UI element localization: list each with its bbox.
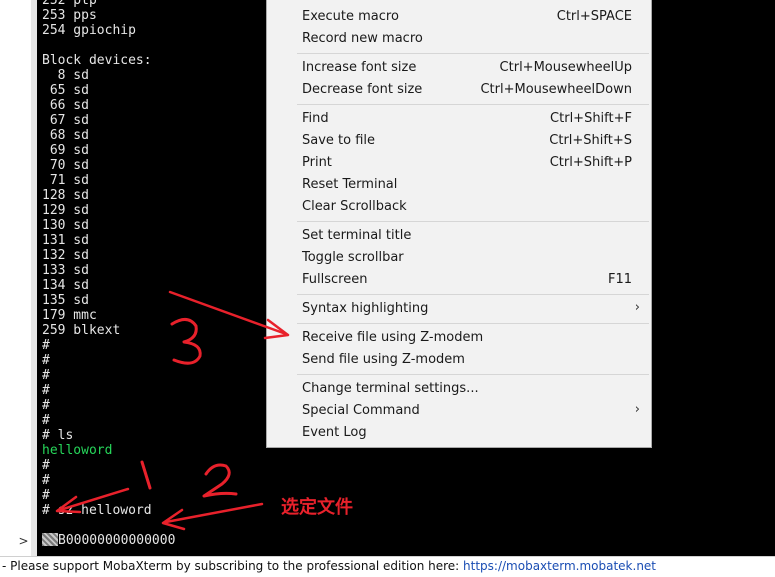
arrow-3-head xyxy=(263,318,290,340)
number-2-glyph xyxy=(202,463,238,498)
select-file-annotation-label: 选定文件 xyxy=(281,496,353,518)
arrow-2-shaft xyxy=(164,502,264,524)
annotation-marks xyxy=(55,290,290,531)
number-3-glyph xyxy=(170,318,202,365)
number-1-glyph xyxy=(140,460,152,490)
arrow-1-shaft xyxy=(58,487,130,512)
annotation-overlay: 选定文件 xyxy=(55,290,353,531)
status-bar: - Please support MobaXterm by subscribin… xyxy=(0,556,775,577)
status-bar-link[interactable]: https://mobaxterm.mobatek.net xyxy=(463,559,656,573)
status-bar-message: - Please support MobaXterm by subscribin… xyxy=(2,559,464,573)
arrow-3-shaft xyxy=(168,290,288,336)
